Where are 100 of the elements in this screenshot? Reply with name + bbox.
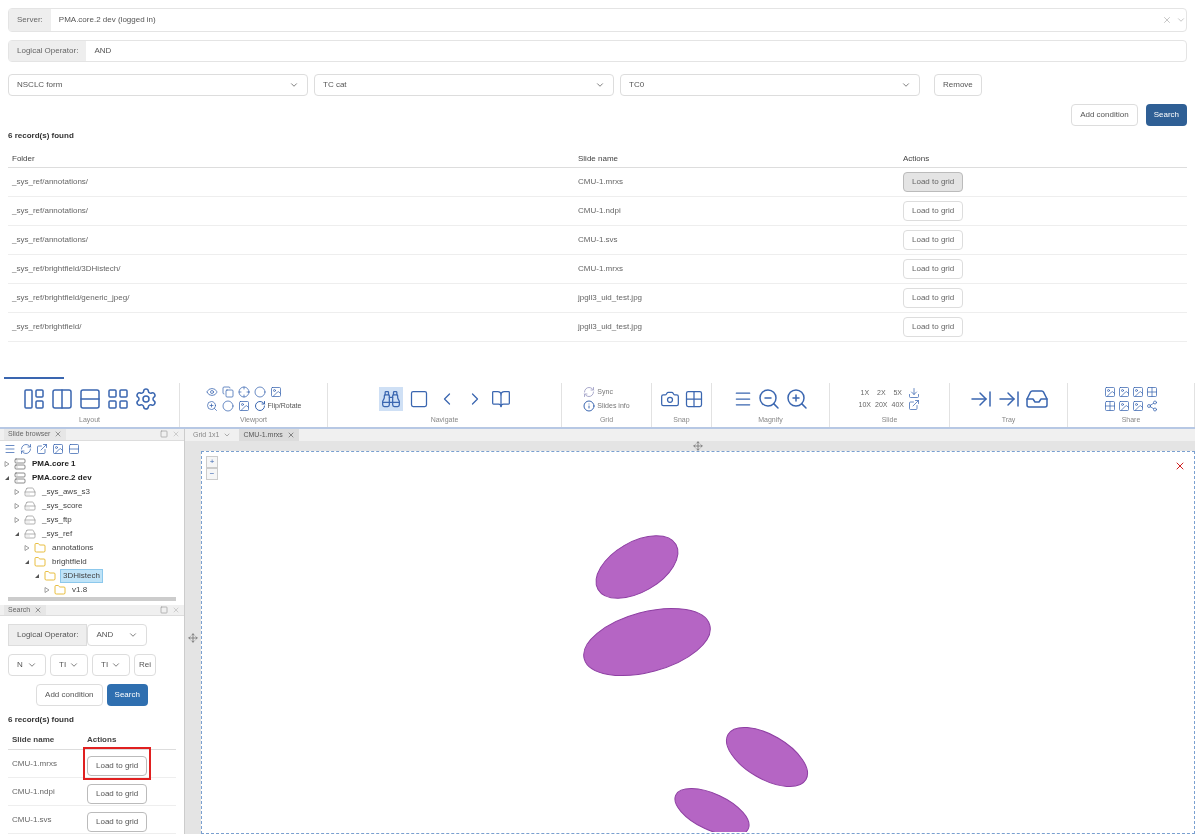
caret-icon[interactable] <box>223 431 232 439</box>
horizontal-scrollbar[interactable] <box>8 596 176 601</box>
viewport-icon[interactable] <box>221 385 234 398</box>
tree-item[interactable]: PMA.core 1 <box>30 457 78 470</box>
add-condition-button[interactable]: Add condition <box>36 684 103 706</box>
collapsed-arrow-icon[interactable] <box>4 460 10 467</box>
tree-item[interactable]: annotations <box>50 541 96 554</box>
move-handle-icon[interactable] <box>693 441 703 451</box>
column-header: Slide name <box>11 734 56 746</box>
field-select[interactable]: NSCLC form <box>8 74 308 96</box>
slide-viewport[interactable]: + − <box>201 451 1195 834</box>
expanded-arrow-icon[interactable] <box>24 558 30 565</box>
browser-tool-icon[interactable] <box>36 442 48 455</box>
operator-field[interactable]: Logical Operator: AND <box>8 40 1187 62</box>
close-icon[interactable] <box>54 430 63 439</box>
collapsed-arrow-icon[interactable] <box>14 502 20 509</box>
add-condition-button[interactable]: Add condition <box>1071 104 1138 126</box>
viewport-icon[interactable] <box>205 385 218 398</box>
viewport-icon[interactable] <box>237 385 250 398</box>
tree-item[interactable]: _sys_score <box>40 499 85 512</box>
value-select[interactable]: TC0 <box>620 74 920 96</box>
zoom-out-button[interactable]: − <box>206 468 218 480</box>
caret-icon <box>27 660 37 670</box>
tree-item[interactable]: PMA.core.2 dev <box>30 471 94 484</box>
external-link-icon[interactable] <box>907 398 920 411</box>
table-cell-text: CMU-1.svs <box>578 234 619 246</box>
close-icon[interactable] <box>34 605 43 614</box>
load-to-grid-button[interactable]: Load to grid <box>87 784 148 804</box>
binoculars-icon[interactable] <box>378 386 403 411</box>
tree-item[interactable]: 3DHistech <box>60 568 103 583</box>
search-button[interactable]: Search <box>1145 104 1187 126</box>
table-cell-text: jpgll3_uid_test.jpg <box>578 292 644 304</box>
expanded-arrow-icon[interactable] <box>14 530 20 537</box>
tree-item[interactable]: _sys_ref <box>40 527 75 540</box>
expanded-arrow-icon[interactable] <box>4 474 10 481</box>
table-cell-text: CMU-1.mrxs <box>578 176 624 188</box>
table-cell-text: _sys_ref/brightfield/generic_jpeg/ <box>11 292 131 304</box>
close-icon[interactable] <box>286 431 295 439</box>
sync-icon <box>583 385 596 398</box>
tree-item[interactable]: _sys_ftp <box>40 513 74 526</box>
viewport-icon[interactable] <box>237 399 250 412</box>
field-label: Server: <box>9 9 51 31</box>
expanded-arrow-icon[interactable] <box>34 572 40 579</box>
remove-button[interactable]: Rei <box>134 654 156 676</box>
column-header: Folder <box>11 152 36 165</box>
load-to-grid-button[interactable]: Load to grid <box>903 259 964 279</box>
table-cell-text: _sys_ref/annotations/ <box>11 234 90 246</box>
move-handle-icon[interactable] <box>188 632 198 643</box>
tree-item[interactable]: brightfield <box>50 555 89 568</box>
table-cell-text: _sys_ref/annotations/ <box>11 176 90 188</box>
drive-icon <box>24 513 36 526</box>
column-header: Actions <box>86 734 118 746</box>
load-to-grid-button[interactable]: Load to grid <box>87 756 148 776</box>
download-icon[interactable] <box>907 386 920 399</box>
folder-icon <box>34 541 46 554</box>
tree-item[interactable]: v1.8 <box>70 583 90 596</box>
zoom-out-icon[interactable] <box>756 386 781 411</box>
load-to-grid-button[interactable]: Load to grid <box>903 230 964 250</box>
load-to-grid-button[interactable]: Load to grid <box>903 172 964 192</box>
browser-tool-icon[interactable] <box>68 442 80 455</box>
collapsed-arrow-icon[interactable] <box>44 586 50 593</box>
viewport-icon[interactable] <box>205 399 218 412</box>
column-header: Slide name <box>578 152 620 165</box>
condition-select[interactable]: N <box>8 654 46 676</box>
table-cell-text: CMU-1.mrxs <box>578 263 624 275</box>
table-cell-text: _sys_ref/brightfield/3DHistech/ <box>11 263 122 275</box>
field-value: AND <box>93 45 113 57</box>
browser-tool-icon[interactable] <box>4 442 16 455</box>
caret-icon <box>128 630 139 640</box>
drive-icon <box>24 527 36 540</box>
zoom-in-button[interactable]: + <box>206 456 218 468</box>
browser-tool-icon[interactable] <box>52 442 64 455</box>
drive-icon <box>24 485 36 498</box>
table-cell-text: CMU-1.svs <box>11 813 53 826</box>
load-to-grid-button[interactable]: Load to grid <box>903 288 964 308</box>
caret-icon <box>901 80 911 90</box>
book-icon[interactable] <box>490 388 511 409</box>
remove-button[interactable]: Remove <box>934 74 982 96</box>
condition-select[interactable]: TI <box>50 654 88 676</box>
collapsed-arrow-icon[interactable] <box>14 488 20 495</box>
viewport-icon[interactable] <box>253 385 266 398</box>
operator-select[interactable]: AND <box>87 624 148 646</box>
load-to-grid-button[interactable]: Load to grid <box>903 201 964 221</box>
viewport-icon[interactable] <box>221 399 234 412</box>
load-to-grid-button[interactable]: Load to grid <box>903 317 964 337</box>
table-cell-text: _sys_ref/brightfield/ <box>11 321 83 333</box>
tree-item[interactable]: _sys_aws_s3 <box>40 485 93 498</box>
viewport-icon[interactable] <box>269 385 282 398</box>
collapsed-arrow-icon[interactable] <box>24 544 30 551</box>
condition-select[interactable]: TI <box>92 654 130 676</box>
folder-icon <box>44 569 56 582</box>
zoom-in-icon[interactable] <box>784 386 809 411</box>
table-cell-text: CMU-1.ndpi <box>11 785 56 798</box>
search-button[interactable]: Search <box>106 684 148 706</box>
collapsed-arrow-icon[interactable] <box>14 516 20 523</box>
category-select[interactable]: TC cat <box>314 74 614 96</box>
browser-tool-icon[interactable] <box>20 442 32 455</box>
info-icon <box>583 399 596 412</box>
close-icon[interactable] <box>1174 460 1186 472</box>
load-to-grid-button[interactable]: Load to grid <box>87 812 148 832</box>
